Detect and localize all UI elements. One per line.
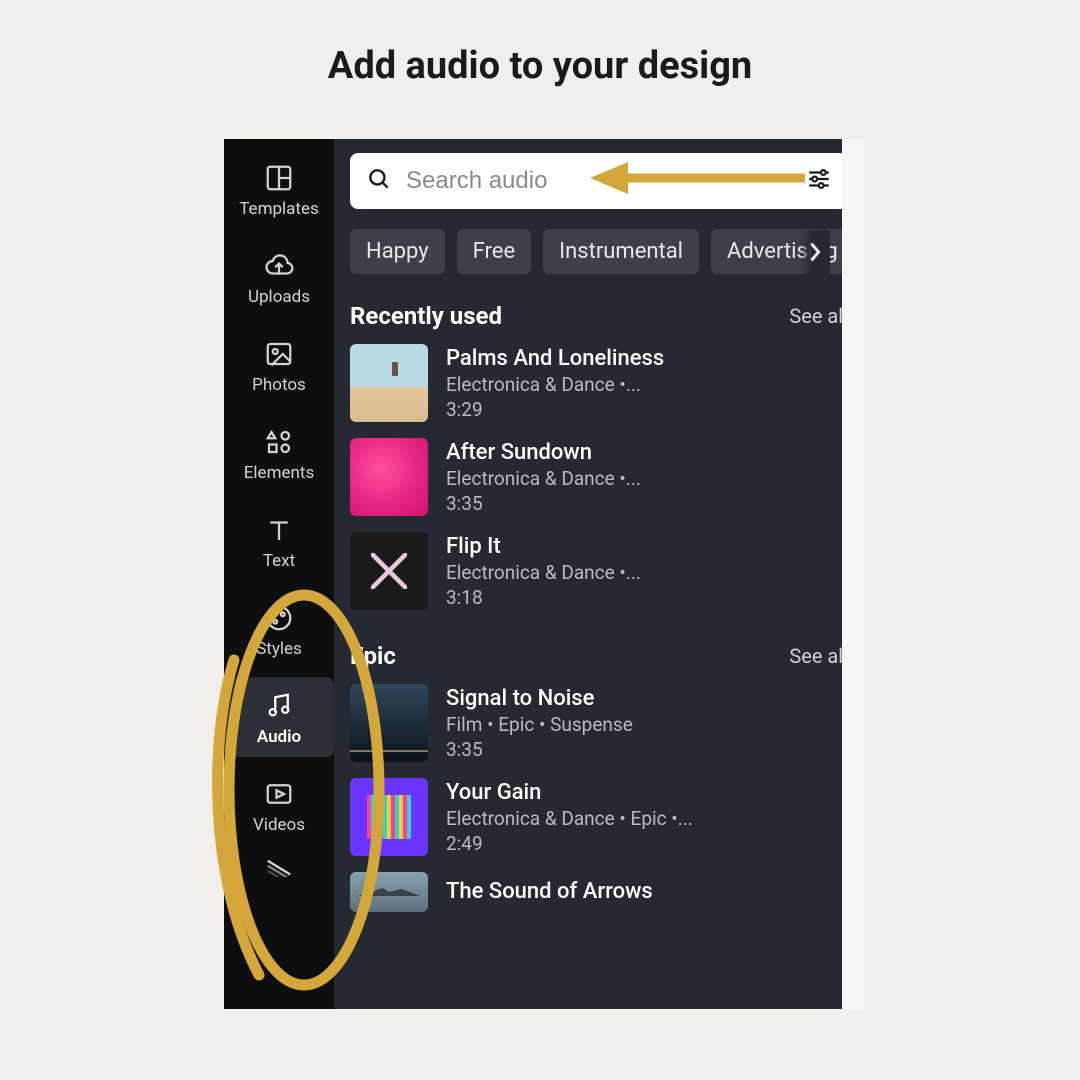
section-title: Epic [350, 642, 396, 670]
chip-free[interactable]: Free [457, 229, 531, 274]
track-info: Flip It Electronica & Dance •... 3:18 [446, 534, 641, 609]
track-title: Signal to Noise [446, 686, 633, 711]
search-icon [366, 166, 392, 196]
track-info: Signal to Noise Film • Epic • Suspense 3… [446, 686, 633, 761]
track-duration: 3:35 [446, 492, 641, 515]
track-item[interactable]: Flip It Electronica & Dance •... 3:18 [350, 532, 848, 610]
track-item[interactable]: The Sound of Arrows [350, 872, 848, 912]
track-item[interactable]: After Sundown Electronica & Dance •... 3… [350, 438, 848, 516]
templates-icon [224, 163, 334, 193]
track-cover [350, 532, 428, 610]
audio-panel: Happy Free Instrumental Advertising Rece… [334, 139, 864, 1009]
sidebar-item-label: Uploads [224, 287, 334, 307]
sliders-icon[interactable] [806, 166, 832, 196]
sidebar-item-label: Elements [224, 463, 334, 483]
see-all-link[interactable]: See all [789, 644, 848, 668]
sidebar-item-label: Text [224, 551, 334, 571]
track-duration: 3:29 [446, 398, 664, 421]
sidebar-item-templates[interactable]: Templates [224, 149, 334, 229]
sidebar-item-photos[interactable]: Photos [224, 325, 334, 405]
elements-icon [224, 427, 334, 457]
sidebar-item-label: Templates [224, 199, 334, 219]
track-info: After Sundown Electronica & Dance •... 3… [446, 440, 641, 515]
track-meta: Electronica & Dance •... [446, 373, 664, 396]
styles-icon [224, 603, 334, 633]
track-cover [350, 344, 428, 422]
sidebar-item-label: Styles [224, 639, 334, 659]
left-sidebar: Templates Uploads Photos Elements Text [224, 139, 334, 1009]
uploads-icon [224, 251, 334, 281]
track-duration: 2:49 [446, 832, 693, 855]
track-cover [350, 438, 428, 516]
track-title: After Sundown [446, 440, 641, 465]
videos-icon [224, 779, 334, 809]
track-info: Your Gain Electronica & Dance • Epic •..… [446, 780, 693, 855]
track-cover [350, 872, 428, 912]
audio-icon [224, 691, 334, 721]
sidebar-item-elements[interactable]: Elements [224, 413, 334, 493]
track-cover [350, 778, 428, 856]
text-icon [224, 515, 334, 545]
photos-icon [224, 339, 334, 369]
see-all-link[interactable]: See all [789, 304, 848, 328]
chip-happy[interactable]: Happy [350, 229, 445, 274]
search-input[interactable] [404, 166, 806, 196]
sidebar-item-text[interactable]: Text [224, 501, 334, 581]
track-meta: Film • Epic • Suspense [446, 713, 633, 736]
more-icon [224, 857, 334, 877]
editor-panel: Templates Uploads Photos Elements Text [224, 139, 864, 1009]
track-title: Palms And Loneliness [446, 346, 664, 371]
chips-scroll-right[interactable] [800, 230, 830, 274]
sidebar-item-label: Photos [224, 375, 334, 395]
sidebar-item-styles[interactable]: Styles [224, 589, 334, 669]
track-item[interactable]: Palms And Loneliness Electronica & Dance… [350, 344, 848, 422]
track-title: Flip It [446, 534, 641, 559]
sidebar-item-label: Videos [224, 815, 334, 835]
page-title: Add audio to your design [0, 44, 1080, 88]
sidebar-item-videos[interactable]: Videos [224, 765, 334, 845]
track-item[interactable]: Your Gain Electronica & Dance • Epic •..… [350, 778, 848, 856]
track-info: The Sound of Arrows [446, 879, 653, 906]
track-info: Palms And Loneliness Electronica & Dance… [446, 346, 664, 421]
track-duration: 3:35 [446, 738, 633, 761]
track-meta: Electronica & Dance • Epic •... [446, 807, 693, 830]
track-title: The Sound of Arrows [446, 879, 653, 904]
sidebar-item-label: Audio [224, 727, 334, 747]
track-duration: 3:18 [446, 586, 641, 609]
sidebar-item-uploads[interactable]: Uploads [224, 237, 334, 317]
track-item[interactable]: Signal to Noise Film • Epic • Suspense 3… [350, 684, 848, 762]
section-title: Recently used [350, 302, 502, 330]
track-cover [350, 684, 428, 762]
track-meta: Electronica & Dance •... [446, 467, 641, 490]
sidebar-item-more[interactable] [224, 853, 334, 893]
section-header-recently-used: Recently used See all [350, 302, 848, 330]
chip-instrumental[interactable]: Instrumental [543, 229, 699, 274]
search-bar[interactable] [350, 153, 848, 209]
track-title: Your Gain [446, 780, 693, 805]
track-meta: Electronica & Dance •... [446, 561, 641, 584]
sidebar-item-audio[interactable]: Audio [224, 677, 334, 757]
filter-chips: Happy Free Instrumental Advertising [350, 229, 848, 274]
section-header-epic: Epic See all [350, 642, 848, 670]
canvas-area [842, 139, 864, 1009]
